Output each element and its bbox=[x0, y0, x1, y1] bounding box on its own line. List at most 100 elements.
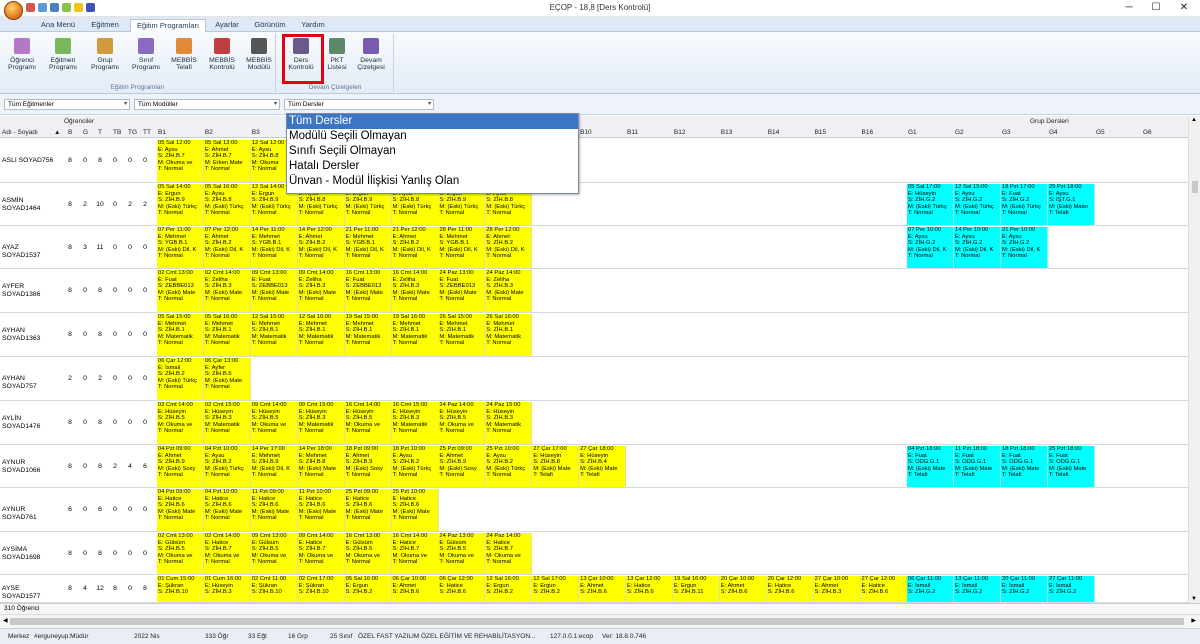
lesson-cell[interactable]: 19 Sal 16:00 E: Mehmet S: ZİH.B.1 M: Matema… bbox=[391, 314, 439, 356]
grup-programi-button[interactable]: Grup Programı bbox=[88, 36, 122, 82]
header-col-tg[interactable]: TG bbox=[128, 129, 137, 136]
header-col-g3[interactable]: G3 bbox=[1002, 129, 1011, 136]
vertical-scrollbar[interactable]: ▲ ▼ bbox=[1188, 116, 1200, 603]
lesson-cell[interactable]: 09 Cmt 15:00 E: Hüseyin S: ZİH.B.3 M: Matem… bbox=[297, 402, 345, 444]
lesson-cell[interactable]: 21 Per 12:00 E: Ahmet S: ZİH.B.2 M: (Eski) … bbox=[391, 227, 439, 268]
lesson-cell[interactable]: 25 Pzt 09:00 E: Ahmet S: ZİH.B.9 M: (Eski) … bbox=[438, 446, 486, 487]
header-col-tb[interactable]: TB bbox=[113, 129, 121, 136]
lesson-cell[interactable]: 05 Sal 15:00 E: Mehmet S: ZİH.B.1 M: Matema… bbox=[157, 314, 204, 356]
header-col-g5[interactable]: G5 bbox=[1096, 129, 1105, 136]
lesson-cell[interactable]: 24 Paz 14:00 E: Hatice S: ZİH.B.7 M: Okuma … bbox=[485, 533, 533, 574]
table-row[interactable]: AYSE SOYAD1577 8 4 12 8 0 8 01 Cum 15:00 E: Şükr… bbox=[0, 575, 1188, 603]
lesson-cell[interactable]: 01 Cum 16:00 E: Hüseyin S: ZİH.B.3 bbox=[203, 576, 251, 602]
ogrenci-programi-button[interactable]: Öğrenci Programı bbox=[5, 36, 39, 82]
scroll-up-icon[interactable]: ▲ bbox=[1191, 117, 1197, 123]
lesson-cell[interactable]: 28 Per 12:00 E: Ahmet S: ZİH.B.2 M: (Eski) … bbox=[485, 227, 533, 268]
devam-cizelgesi-button[interactable]: Devam Çizelgesi bbox=[354, 36, 388, 82]
minimize-button[interactable]: ─ bbox=[1116, 1, 1142, 15]
header-col-b13[interactable]: B13 bbox=[721, 129, 733, 136]
group-lesson-cell[interactable]: 20 Çar 11:00 E: İsmail S: ZİH.G.2 bbox=[1001, 576, 1048, 602]
lesson-cell[interactable]: 18 Pzt 09:00 E: Ahmet S: ZİH.B.9 M: (Eski) … bbox=[344, 446, 392, 487]
lesson-cell[interactable]: 02 Cmt 14:00 E: Hüseyin S: ZİH.B.5 M: Okuma… bbox=[157, 402, 204, 444]
lesson-cell[interactable]: 01 Cum 15:00 E: Şükran S: ZİH.B.10 bbox=[157, 576, 204, 602]
lesson-cell[interactable]: 13 Çar 10:00 E: Ahmet S: ZİH.B.6 bbox=[579, 576, 627, 602]
header-col-g[interactable]: G bbox=[83, 129, 88, 136]
lesson-cell[interactable]: 25 Pzt 09:00 E: Hatice S: ZİH.B.6 M: (Eski)… bbox=[344, 489, 392, 531]
lesson-cell[interactable]: 09 Cmt 14:00 E: Zeliha S: ZİH.B.3 M: (Eski)… bbox=[297, 270, 345, 312]
lesson-cell[interactable]: 14 Per 18:00 E: Mehmet S: ZİH.B.8 M: (Eski)… bbox=[297, 446, 345, 487]
header-adi-soyadi[interactable]: Adı - Soyadı bbox=[2, 129, 38, 136]
dropdown-item-modulu-secili-olmayan[interactable]: Modülü Seçili Olmayan bbox=[287, 129, 578, 144]
lesson-cell[interactable]: 19 Sal 15:00 E: Mehmet S: ZİH.B.1 M: Matema… bbox=[344, 314, 392, 356]
lesson-cell[interactable]: 06 Çar 10:00 E: Ahmet S: ZİH.B.6 bbox=[391, 576, 439, 602]
status-year[interactable]: 2022 Nis bbox=[134, 629, 160, 644]
horizontal-scrollbar[interactable]: ◀ ▶ bbox=[0, 614, 1200, 628]
header-col-b15[interactable]: B15 bbox=[815, 129, 827, 136]
lesson-cell[interactable]: 12 Sal 16:00 E: Ergun S: ZİH.B.2 bbox=[485, 576, 533, 602]
sinif-programi-button[interactable]: Sınıf Programı bbox=[129, 36, 163, 82]
lesson-cell[interactable]: 12 Sal 15:00 E: Mehmet S: ZİH.B.1 M: Matema… bbox=[250, 314, 298, 356]
header-col-g6[interactable]: G6 bbox=[1143, 129, 1152, 136]
lesson-cell[interactable]: 20 Çar 10:00 E: Ahmet S: ZİH.B.6 bbox=[719, 576, 767, 602]
lesson-cell[interactable]: 09 Cmt 13:00 E: Gülsüm S: ZİH.B.5 M: Okuma … bbox=[250, 533, 298, 574]
tab-ana-menu[interactable]: Ana Menü bbox=[36, 19, 80, 32]
lesson-cell[interactable]: 06 Çar 12:00 E: İsmail S: ZİH.B.2 M: (Eski)… bbox=[157, 358, 204, 400]
lesson-cell[interactable]: 11 Pzt 09:00 E: Hatice S: ZİH.B.6 M: (Eski)… bbox=[250, 489, 298, 531]
lesson-cell[interactable]: 16 Cmt 14:00 E: Hatice S: ZİH.B.7 M: Okuma … bbox=[391, 533, 439, 574]
lesson-cell[interactable]: 04 Pzt 09:00 E: Hatice S: ZİH.B.6 M: (Eski)… bbox=[157, 489, 204, 531]
header-col-b[interactable]: B bbox=[68, 129, 72, 136]
table-row[interactable]: AYLİN SOYAD1476 8 0 8 0 0 0 02 Cmt 14:00 E: Hüse… bbox=[0, 401, 1188, 445]
header-col-t[interactable]: T bbox=[98, 129, 102, 136]
lesson-cell[interactable]: 02 Cmt 11:00 E: Şükran S: ZİH.B.10 bbox=[250, 576, 298, 602]
header-col-b12[interactable]: B12 bbox=[674, 129, 686, 136]
header-col-b16[interactable]: B16 bbox=[862, 129, 874, 136]
group-lesson-cell[interactable]: 25 Pzt 18:00 E: Aysu S: İŞT.G.1 M: (Eski) M… bbox=[1048, 184, 1095, 225]
header-col-b1[interactable]: B1 bbox=[158, 129, 166, 136]
lesson-cell[interactable]: 12 Sal 16:00 E: Mehmet S: ZİH.B.1 M: Matema… bbox=[297, 314, 345, 356]
mebbis-telafi-button[interactable]: MEBBİS Telafi bbox=[167, 36, 201, 82]
lesson-cell[interactable]: 14 Per 11:00 E: Mehmet S: YGB.B.1 M: (Eski)… bbox=[250, 227, 298, 268]
tab-gorunum[interactable]: Görünüm bbox=[248, 19, 292, 32]
lesson-cell[interactable]: 18 Pzt 10:00 E: Aysu S: ZİH.B.2 M: (Eski) T… bbox=[391, 446, 439, 487]
table-row[interactable]: AYHAN SOYAD757 2 0 2 0 0 0 06 Çar 12:00 E: İsmai… bbox=[0, 357, 1188, 401]
lesson-cell[interactable]: 04 Pzt 09:00 E: Ahmet S: ZİH.B.9 M: (Eski) … bbox=[157, 446, 204, 487]
scroll-right-icon[interactable]: ▶ bbox=[1191, 617, 1196, 624]
header-col-tt[interactable]: TT bbox=[143, 129, 151, 136]
lesson-cell[interactable]: 14 Per 12:00 E: Ahmet S: ZİH.B.2 M: (Eski) … bbox=[297, 227, 345, 268]
lesson-cell[interactable]: 16 Cmt 14:00 E: Zeliha S: ZİH.B.3 M: (Eski)… bbox=[391, 270, 439, 312]
group-lesson-cell[interactable]: 05 Sal 17:00 E: Hüseyin S: ZİH.G.2 M: (Eski… bbox=[907, 184, 954, 225]
table-row[interactable]: ASMİN SOYAD1464 8 2 10 0 2 2 05 Sal 14:00 E: Erg… bbox=[0, 183, 1188, 226]
mebbis-modulu-button[interactable]: MEBBİS Modülü bbox=[242, 36, 276, 82]
group-lesson-cell[interactable]: 18 Pzt 17:00 E: Fuat S: ZİH.G.2 M: (Eski) T… bbox=[1001, 184, 1048, 225]
group-lesson-cell[interactable]: 11 Pzt 18:00 E: Fuat S: ODG.G.1 M: (Eski) M… bbox=[954, 446, 1001, 487]
lesson-cell[interactable]: 26 Sal 16:00 E: Mehmet S: ZİH.B.1 M: Matema… bbox=[485, 314, 533, 356]
ders-filter-combo[interactable]: Tüm Dersler ▾ bbox=[284, 99, 434, 110]
dropdown-item-sinifi-secili-olmayan[interactable]: Sınıfı Seçili Olmayan bbox=[287, 144, 578, 159]
lesson-cell[interactable]: 02 Cmt 14:00 E: Zeliha S: ZİH.B.3 M: (Eski)… bbox=[203, 270, 251, 312]
header-col-g1[interactable]: G1 bbox=[908, 129, 917, 136]
lesson-cell[interactable]: 21 Per 11:00 E: Mehmet S: YGB.B.1 M: (Eski)… bbox=[344, 227, 392, 268]
lesson-cell[interactable]: 05 Sal 16:00 E: Mehmet S: ZİH.B.1 M: Matema… bbox=[203, 314, 251, 356]
lesson-cell[interactable]: 16 Cmt 13:00 E: Fuat S: ZEBBE013 M: (Eski) … bbox=[344, 270, 392, 312]
hscroll-thumb[interactable] bbox=[10, 618, 1184, 625]
header-col-b14[interactable]: B14 bbox=[768, 129, 780, 136]
dropdown-item-unvan-modul-iliskisi[interactable]: Ünvan - Modül İlişkisi Yanlış Olan bbox=[287, 174, 578, 189]
pkt-listesi-button[interactable]: PKT Listesi bbox=[320, 36, 354, 82]
header-col-b3[interactable]: B3 bbox=[252, 129, 260, 136]
maximize-button[interactable]: ☐ bbox=[1143, 1, 1169, 15]
table-row[interactable]: AYAZ SOYAD1537 8 3 11 0 0 0 07 Per 11:00 E: Mehm… bbox=[0, 226, 1188, 269]
lesson-cell[interactable]: 05 Sal 16:00 E: Ergun S: ZİH.B.2 bbox=[344, 576, 392, 602]
lesson-cell[interactable]: 02 Cmt 15:00 E: Hüseyin S: ZİH.B.3 M: Matem… bbox=[203, 402, 251, 444]
lesson-cell[interactable]: 16 Cmt 13:00 E: Gülsüm S: ZİH.B.5 M: Okuma … bbox=[344, 533, 392, 574]
table-row[interactable]: AYNUR SOYAD761 6 0 6 0 0 0 04 Pzt 09:00 E: Hatic… bbox=[0, 488, 1188, 532]
lesson-cell[interactable]: 02 Cmt 13:00 E: Fuat S: ZEBBE013 M: (Eski) … bbox=[157, 270, 204, 312]
lesson-cell[interactable]: 07 Per 12:00 E: Ahmet S: ZİH.B.2 M: (Eski) … bbox=[203, 227, 251, 268]
lesson-cell[interactable]: 25 Pzt 10:00 E: Aysu S: ZİH.B.2 M: (Eski) T… bbox=[485, 446, 533, 487]
lesson-cell[interactable]: 05 Sal 16:00 E: Aysu S: ZİH.B.8 M: (Eski) T… bbox=[203, 184, 251, 225]
lesson-cell[interactable]: 27 Çar 12:00 E: Hatice S: ZİH.B.6 bbox=[860, 576, 908, 602]
lesson-cell[interactable]: 27 Çar 17:00 E: Hüseyin S: ZİH.B.8 M: (Eski… bbox=[532, 446, 580, 487]
lesson-cell[interactable]: 13 Çar 12:00 E: Hatice S: ZİH.B.6 bbox=[626, 576, 673, 602]
group-lesson-cell[interactable]: 04 Pzt 18:00 E: Fuat S: ODG.G.1 M: (Eski) M… bbox=[907, 446, 954, 487]
scroll-left-icon[interactable]: ◀ bbox=[3, 617, 8, 624]
group-lesson-cell[interactable]: 12 Sal 15:00 E: Aysu S: ZİH.G.2 M: (Eski) T… bbox=[954, 184, 1001, 225]
